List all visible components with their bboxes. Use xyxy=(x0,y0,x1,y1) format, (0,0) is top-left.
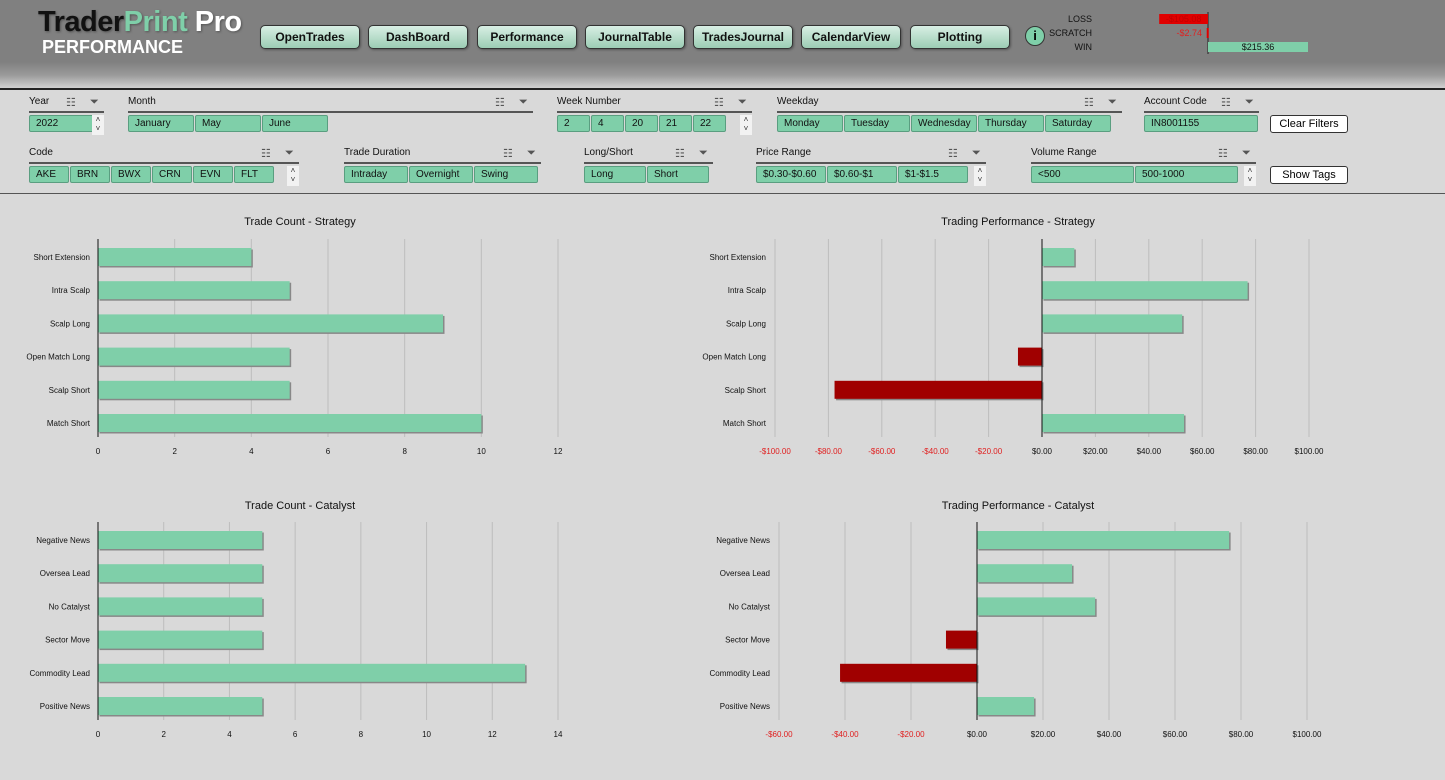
bar xyxy=(98,380,290,399)
category-label: Oversea Lead xyxy=(40,569,90,578)
tick-label: $40.00 xyxy=(1137,447,1162,456)
category-label: Scalp Short xyxy=(725,386,767,395)
bar xyxy=(1017,347,1042,366)
chart-trade-count-strategy: Trade Count - Strategy 0 2 4 6 8 10 12 Short Ext… xyxy=(26,216,563,456)
bar xyxy=(98,564,263,583)
tick-label: -$60.00 xyxy=(765,730,793,739)
chart-title: Trade Count - Catalyst xyxy=(245,500,355,512)
category-label: Match Short xyxy=(47,419,91,428)
category-label: Intra Scalp xyxy=(52,286,91,295)
tick-label: 2 xyxy=(161,730,166,739)
tick-label: 12 xyxy=(554,447,563,456)
category-label: No Catalyst xyxy=(49,602,91,611)
category-label: Open Match Long xyxy=(26,353,90,362)
bar xyxy=(834,380,1042,399)
bar xyxy=(977,564,1073,583)
category-label: Commodity Lead xyxy=(710,669,770,678)
bar xyxy=(977,531,1230,549)
tick-label: 8 xyxy=(359,730,364,739)
category-label: No Catalyst xyxy=(729,602,771,611)
bar xyxy=(1042,281,1248,300)
category-label: Negative News xyxy=(716,536,770,545)
tick-label: $100.00 xyxy=(1293,730,1322,739)
category-label: Sector Move xyxy=(45,636,90,645)
category-label: Positive News xyxy=(720,702,770,711)
tick-label: $80.00 xyxy=(1243,447,1268,456)
tick-label: 4 xyxy=(227,730,232,739)
tick-label: -$60.00 xyxy=(868,447,896,456)
tick-label: $20.00 xyxy=(1083,447,1108,456)
chart-trading-performance-strategy: Trading Performance - Strategy -$100.00 -$… xyxy=(702,216,1324,456)
tick-label: 0 xyxy=(96,447,101,456)
category-label: Match Short xyxy=(723,419,767,428)
category-label: Negative News xyxy=(36,536,90,545)
bar xyxy=(1042,314,1183,333)
chart-trade-count-catalyst: Trade Count - Catalyst 0 2 4 6 8 10 12 14 Negativ… xyxy=(30,500,563,739)
category-label: Scalp Long xyxy=(726,319,766,328)
chart-title: Trade Count - Strategy xyxy=(244,216,356,228)
tick-label: 8 xyxy=(402,447,407,456)
tick-label: 0 xyxy=(96,730,101,739)
bar xyxy=(977,697,1035,715)
tick-label: 10 xyxy=(422,730,431,739)
tick-label: 6 xyxy=(326,447,331,456)
tick-label: 6 xyxy=(293,730,298,739)
charts-area: Trade Count - Strategy 0 2 4 6 8 10 12 Short Ext… xyxy=(26,216,1324,739)
tick-label: -$40.00 xyxy=(922,447,950,456)
chart-title: Trading Performance - Strategy xyxy=(941,216,1095,228)
category-label: Positive News xyxy=(40,702,90,711)
category-label: Scalp Long xyxy=(50,319,90,328)
bar xyxy=(98,414,482,432)
tick-label: $0.00 xyxy=(967,730,988,739)
tick-label: 10 xyxy=(477,447,486,456)
category-label: Short Extension xyxy=(710,253,766,262)
tick-label: 12 xyxy=(488,730,497,739)
tick-label: $60.00 xyxy=(1163,730,1188,739)
tick-label: -$20.00 xyxy=(897,730,925,739)
bar xyxy=(945,630,977,649)
tick-label: -$80.00 xyxy=(815,447,843,456)
bar xyxy=(98,597,263,616)
category-label: Intra Scalp xyxy=(728,286,767,295)
bar xyxy=(98,347,290,366)
bar xyxy=(98,630,263,649)
tick-label: $20.00 xyxy=(1031,730,1056,739)
bar xyxy=(98,281,290,300)
bar xyxy=(1042,248,1075,266)
category-label: Sector Move xyxy=(725,636,770,645)
chart-trading-performance-catalyst: Trading Performance - Catalyst -$60.00 -$4… xyxy=(710,500,1322,739)
category-label: Open Match Long xyxy=(702,353,766,362)
tick-label: $40.00 xyxy=(1097,730,1122,739)
bar xyxy=(977,597,1096,616)
chart-title: Trading Performance - Catalyst xyxy=(942,500,1094,512)
bar xyxy=(98,314,443,333)
tick-label: $0.00 xyxy=(1032,447,1053,456)
tick-label: $100.00 xyxy=(1295,447,1324,456)
tick-label: -$100.00 xyxy=(759,447,791,456)
bar xyxy=(98,697,263,715)
tick-label: -$40.00 xyxy=(831,730,859,739)
bar xyxy=(98,248,252,266)
bar xyxy=(840,663,977,682)
tick-label: 4 xyxy=(249,447,254,456)
tick-label: -$20.00 xyxy=(975,447,1003,456)
category-label: Commodity Lead xyxy=(30,669,90,678)
category-label: Oversea Lead xyxy=(720,569,770,578)
category-label: Scalp Short xyxy=(49,386,91,395)
bar xyxy=(98,531,263,549)
bar xyxy=(98,663,526,682)
bar xyxy=(1042,414,1185,432)
tick-label: $60.00 xyxy=(1190,447,1215,456)
tick-label: $80.00 xyxy=(1229,730,1254,739)
category-label: Short Extension xyxy=(34,253,90,262)
tick-label: 2 xyxy=(172,447,177,456)
tick-label: 14 xyxy=(554,730,563,739)
